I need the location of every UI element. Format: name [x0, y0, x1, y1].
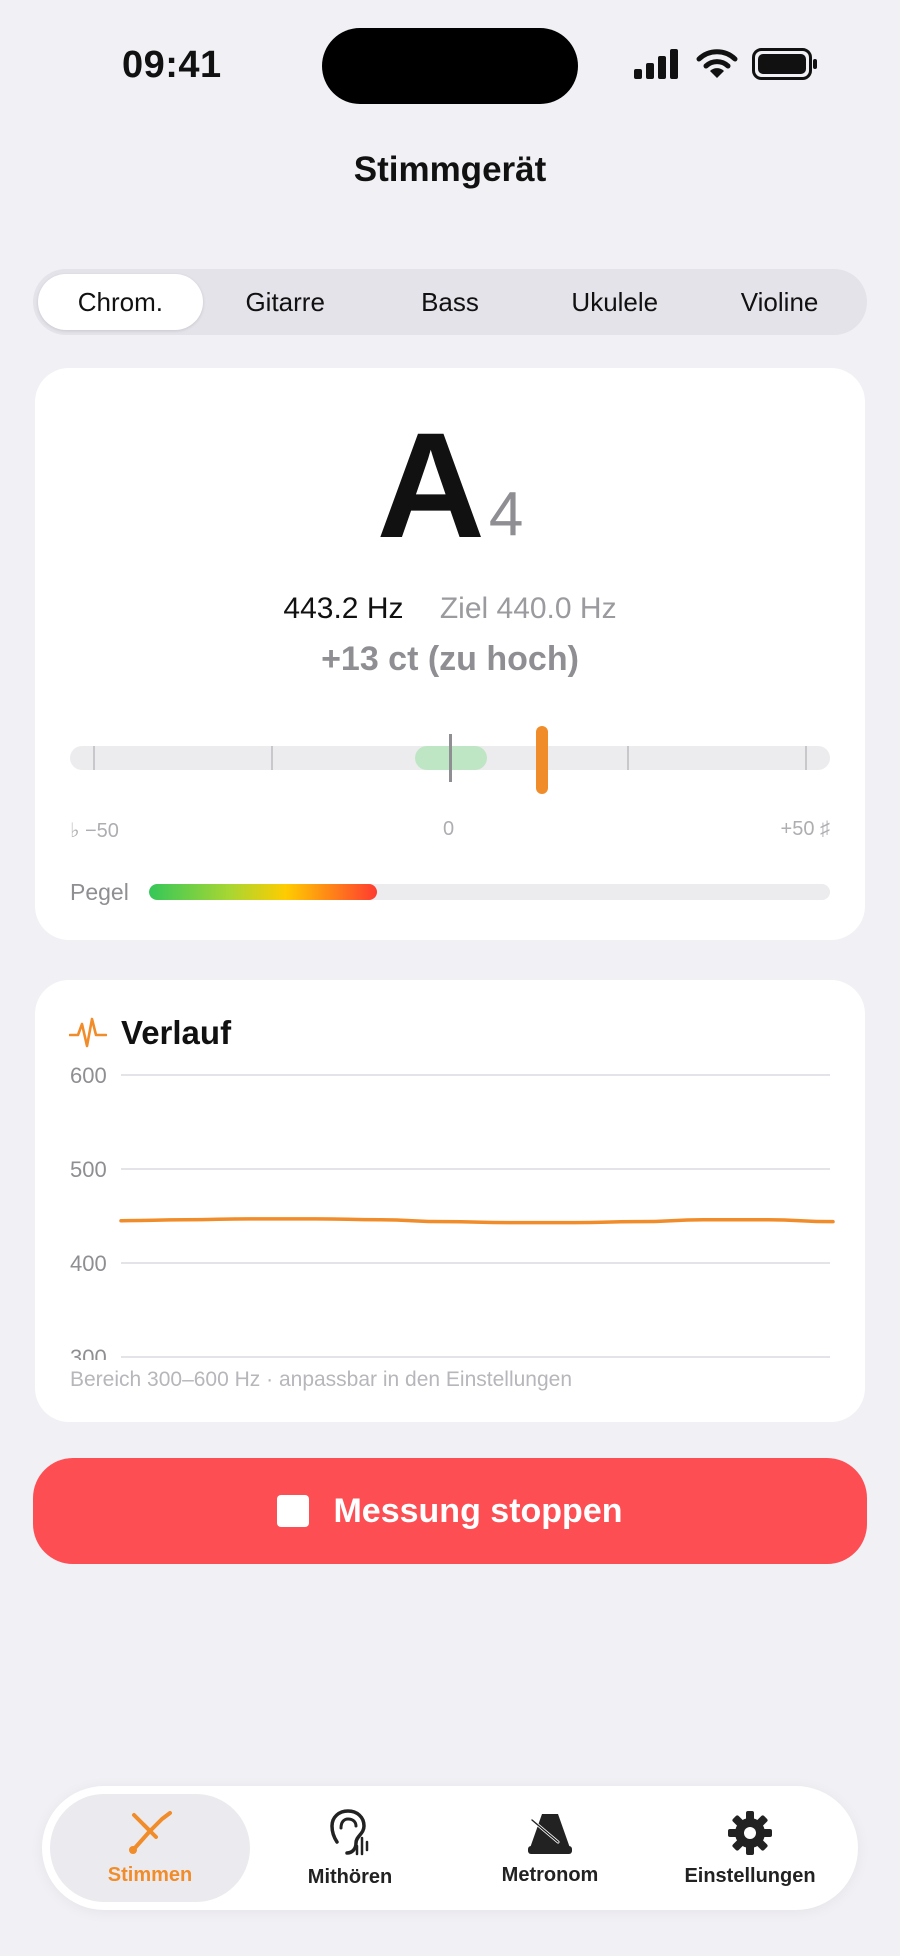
measured-frequency: 443.2 Hz — [283, 592, 404, 625]
y-tick-label: 300 — [70, 1345, 107, 1360]
status-icons — [634, 48, 818, 80]
history-card: Verlauf 600 500 400 300 Bereich 300–600 Hz … — [35, 980, 865, 1422]
note-display: A4 — [35, 410, 865, 560]
segment-ukulele[interactable]: Ukulele — [532, 274, 697, 330]
tab-bar: Stimmen Mithören Metronom Einstellungen — [42, 1786, 858, 1910]
level-meter-fill — [149, 884, 378, 900]
meter-tick — [93, 746, 95, 770]
scale-min-label: ♭ −50 — [70, 820, 119, 842]
metronome-icon — [528, 1813, 572, 1854]
segment-guitar[interactable]: Gitarre — [203, 274, 368, 330]
wifi-icon — [696, 49, 738, 78]
cents-deviation: +13 ct (zu hoch) — [321, 640, 579, 678]
segment-bass[interactable]: Bass — [368, 274, 533, 330]
tab-metronome[interactable]: Metronom — [450, 1794, 650, 1902]
dynamic-island — [322, 28, 578, 104]
cents-meter — [70, 726, 830, 794]
tab-settings[interactable]: Einstellungen — [650, 1794, 850, 1902]
tab-listen-label: Mithören — [307, 1865, 393, 1888]
meter-tick — [627, 746, 629, 770]
meter-tick — [805, 746, 807, 770]
segment-violin[interactable]: Violine — [697, 274, 862, 330]
tuning-fork-icon — [129, 1810, 172, 1854]
tab-tune[interactable]: Stimmen — [50, 1794, 250, 1902]
cents-needle — [535, 726, 548, 794]
stop-button-label: Messung stoppen — [333, 1491, 623, 1530]
meter-center-tick — [449, 734, 452, 782]
ear-icon — [330, 1808, 369, 1855]
history-range-note: Bereich 300–600 Hz · anpassbar in den Ei… — [70, 1368, 573, 1391]
status-time: 09:41 — [122, 44, 222, 86]
tab-settings-label: Einstellungen — [684, 1864, 816, 1887]
tab-metronome-label: Metronom — [501, 1863, 599, 1886]
instrument-segmented-control: Chrom. Gitarre Bass Ukulele Violine — [33, 269, 867, 335]
tab-listen[interactable]: Mithören — [250, 1794, 450, 1902]
y-tick-label: 500 — [70, 1157, 107, 1182]
level-meter — [149, 884, 830, 900]
tuner-screen: 09:41 Stimmgerät Chrom. Gitarre Bass Uku… — [0, 0, 900, 1956]
waveform-icon — [69, 1017, 107, 1048]
note-octave: 4 — [488, 480, 524, 549]
stop-measurement-button[interactable]: Messung stoppen — [33, 1458, 867, 1564]
tab-tune-label: Stimmen — [107, 1863, 193, 1886]
scale-max-label: +50 ♯ — [780, 818, 830, 840]
meter-tick — [271, 746, 273, 770]
y-tick-label: 600 — [70, 1063, 107, 1088]
battery-icon — [752, 48, 817, 80]
cellular-signal-icon — [634, 49, 678, 79]
meter-scale-labels: ♭ −50 0 +50 ♯ — [70, 818, 830, 848]
y-tick-label: 400 — [70, 1251, 107, 1276]
stop-icon — [277, 1495, 310, 1527]
history-title: Verlauf — [121, 1014, 232, 1051]
frequency-history-chart: 600 500 400 300 — [70, 1063, 835, 1360]
frequency-series-line — [119, 1217, 835, 1225]
frequency-row: 443.2 Hz Ziel 440.0 Hz — [35, 592, 865, 626]
gear-icon — [728, 1810, 772, 1855]
level-label: Pegel — [70, 879, 129, 905]
tuner-card: A4 443.2 Hz Ziel 440.0 Hz +13 ct (zu hoc… — [35, 368, 865, 940]
target-frequency: Ziel 440.0 Hz — [439, 592, 617, 625]
scale-center-label: 0 — [443, 818, 455, 840]
page-title: Stimmgerät — [353, 150, 547, 189]
history-header: Verlauf — [69, 1014, 231, 1052]
note-letter: A — [376, 401, 485, 569]
segment-chromatic[interactable]: Chrom. — [38, 274, 203, 330]
